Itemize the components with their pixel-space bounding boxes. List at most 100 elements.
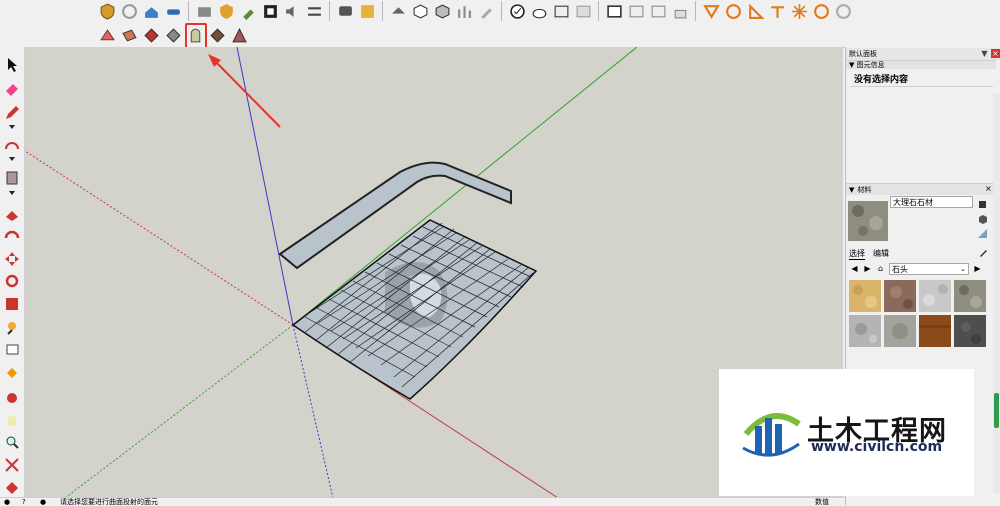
toolbar-row-1 [97,1,853,21]
material-swatch[interactable] [954,280,986,312]
rotate-tool-icon[interactable] [3,272,21,290]
move-icon[interactable] [3,250,21,268]
solid-cube-icon[interactable] [410,1,430,21]
tab-edit[interactable]: 编辑 [873,248,889,260]
scale-icon[interactable] [3,295,21,313]
green-axis-negative [64,324,294,498]
pin-icon[interactable]: ▼ [980,49,989,58]
pencil-icon[interactable] [3,104,21,122]
teapot-icon[interactable] [529,1,549,21]
speaker-icon[interactable] [282,1,302,21]
toolbar-row-2-sandbox [97,25,249,45]
paint-icon[interactable] [476,1,496,21]
push-pull-icon[interactable] [3,206,21,224]
sandbox-icon[interactable] [701,1,721,21]
library-select[interactable]: 石头 ⌄ [889,262,969,275]
ring-icon[interactable] [723,1,743,21]
paint-bucket-icon[interactable] [3,364,21,382]
rectangle-icon[interactable] [3,169,21,187]
photo-icon[interactable] [551,1,571,21]
arc-icon[interactable] [3,136,21,154]
comment-icon[interactable] [335,1,355,21]
no-selection-text: 没有选择内容 [854,75,909,85]
tape-icon[interactable] [3,319,21,337]
pan-icon[interactable] [3,411,21,429]
close-icon[interactable]: × [985,184,992,193]
extension-icon[interactable] [216,1,236,21]
cube-photo-icon[interactable] [194,1,214,21]
image-info-icon[interactable] [357,1,377,21]
scrollbar-thumb[interactable] [994,393,999,428]
entity-info-header[interactable]: ▼ 图元信息 [846,60,996,69]
triangle-icon[interactable] [745,1,765,21]
add-detail-icon[interactable] [207,25,227,45]
divider [850,86,993,87]
material-swatch[interactable] [919,280,951,312]
stamp-icon[interactable] [163,25,183,45]
civilcn-logo [742,413,801,457]
sun-icon[interactable] [767,1,787,21]
eyedropper-icon[interactable] [978,247,988,257]
forward-arrow-icon[interactable]: ▶ [863,264,872,273]
chevron-down-icon[interactable] [9,157,15,161]
back-arrow-icon[interactable]: ◀ [850,264,859,273]
material-swatch[interactable] [849,280,881,312]
qr-icon[interactable] [260,1,280,21]
collapse-arrow-icon[interactable]: ▼ [846,186,857,194]
grass-icon[interactable] [454,1,474,21]
check-icon[interactable] [507,1,527,21]
tray-scrollbar[interactable] [993,93,1000,493]
shield-icon[interactable] [97,1,117,21]
material-swatch[interactable] [849,315,881,347]
sandbox-from-contours-icon[interactable] [97,25,117,45]
materials-header[interactable]: ▼ 材料 × [846,183,996,195]
material-swatch[interactable] [884,280,916,312]
window-2-icon[interactable] [648,1,668,21]
zoom-icon[interactable] [3,433,21,451]
spiral-icon[interactable] [811,1,831,21]
chevron-down-icon[interactable] [9,125,15,129]
display-icon[interactable] [977,198,988,209]
terrain-mesh[interactable] [291,219,538,400]
tab-select[interactable]: 选择 [849,248,865,260]
smoove-icon[interactable] [141,25,161,45]
material-name-field[interactable]: 大理石石材 [890,196,973,208]
chevron-down-icon[interactable] [9,191,15,195]
chevron-down-icon[interactable]: ⌄ [960,264,966,275]
sandbox-from-scratch-icon[interactable] [119,25,139,45]
left-toolbar [0,47,25,497]
sliders-icon[interactable] [304,1,324,21]
solid-hatch-icon[interactable] [432,1,452,21]
details-arrow-icon[interactable]: ▶ [973,264,982,273]
orbit-icon[interactable] [3,389,21,407]
camera-icon[interactable] [626,1,646,21]
window-icon[interactable] [604,1,624,21]
follow-me-icon[interactable] [3,229,21,247]
eraser-icon[interactable] [3,80,21,98]
blank-icon[interactable] [573,1,593,21]
annotation-arrow [212,58,281,128]
close-icon[interactable]: × [991,49,1000,58]
text-icon[interactable] [3,342,21,360]
select-icon[interactable] [3,56,21,74]
zoom-extents-icon[interactable] [3,456,21,474]
warehouse-icon[interactable] [141,1,161,21]
material-swatch[interactable] [884,315,916,347]
home-icon[interactable]: ⌂ [876,264,885,273]
toolbar-separator [501,1,502,21]
section-icon[interactable] [3,479,21,497]
solid-tools-icon[interactable] [388,1,408,21]
flip-edge-icon[interactable] [229,25,249,45]
lock-icon[interactable] [670,1,690,21]
wrench-icon[interactable] [238,1,258,21]
link-icon[interactable] [163,1,183,21]
material-swatch[interactable] [919,315,951,347]
material-tabs: 选择 编辑 [849,248,889,260]
spark-icon[interactable] [789,1,809,21]
material-swatch[interactable] [954,315,986,347]
create-material-icon[interactable] [977,213,988,224]
sample-paint-icon[interactable] [977,228,988,239]
rotate-icon[interactable] [119,1,139,21]
circle-icon[interactable] [833,1,853,21]
current-material-swatch[interactable] [848,201,888,241]
